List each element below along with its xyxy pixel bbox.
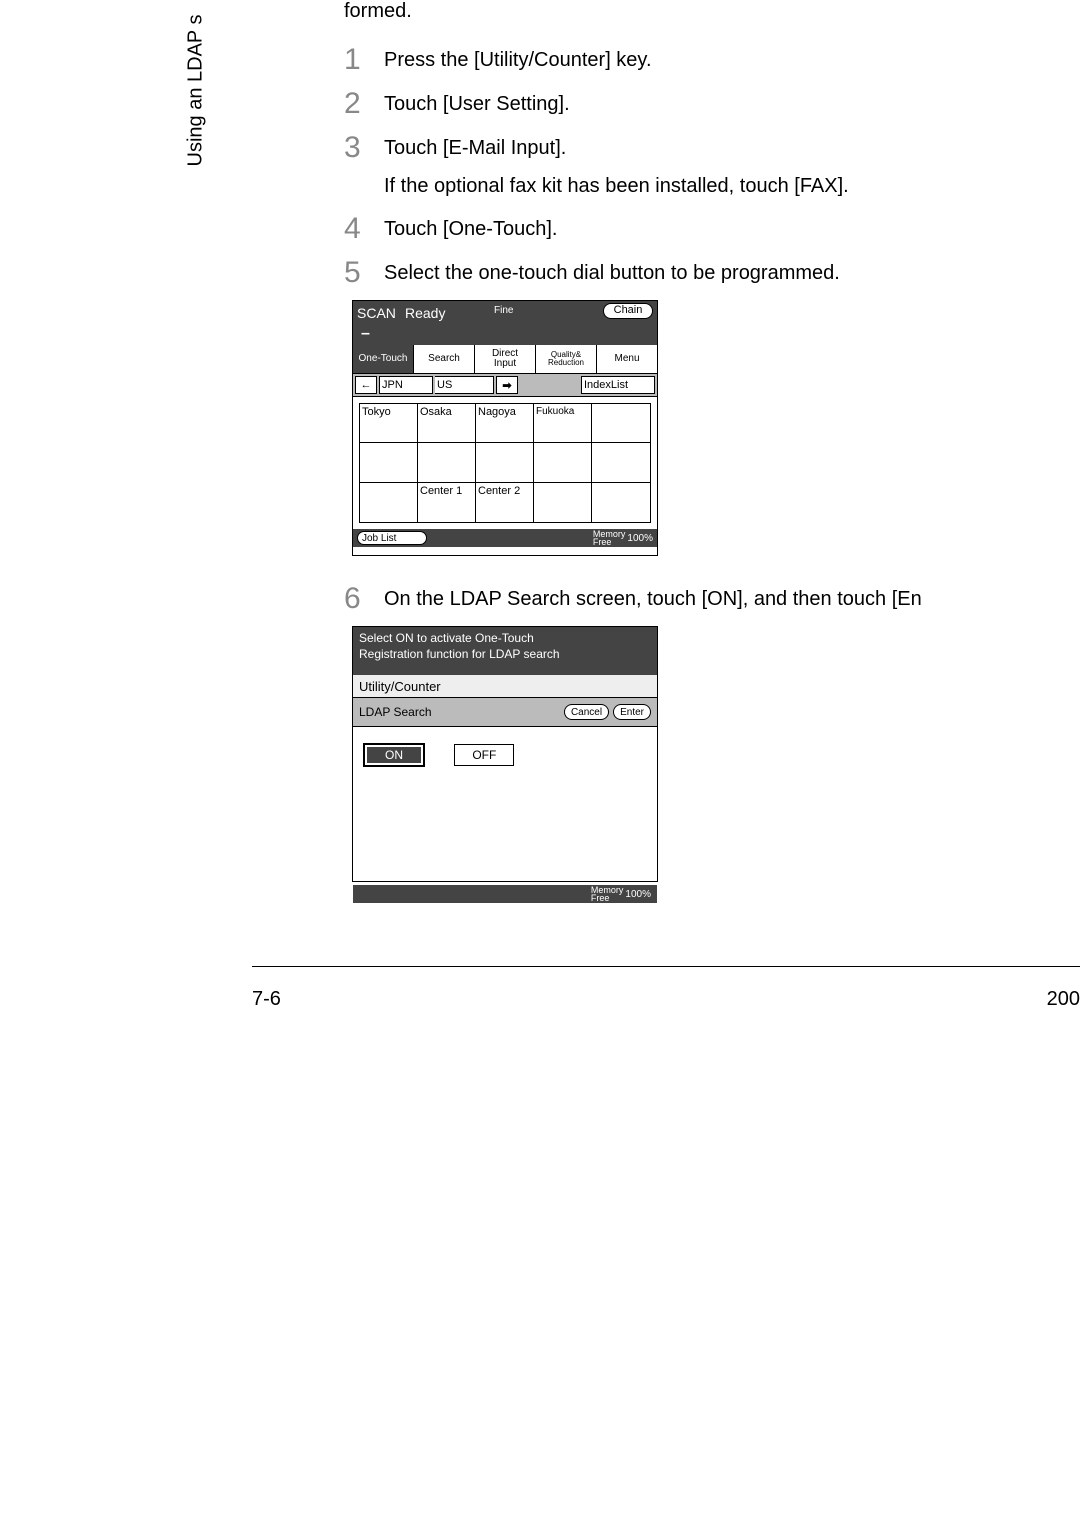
step-number: 5: [344, 256, 384, 290]
fine-label: Fine: [494, 305, 513, 316]
tab-quality-reduction[interactable]: Quality& Reduction: [536, 345, 597, 373]
step-4: 4 Touch [One-Touch].: [344, 212, 1080, 246]
index-list-button[interactable]: IndexList: [581, 376, 655, 394]
dialog-message-line2: Registration function for LDAP search: [359, 647, 651, 663]
one-touch-cell[interactable]: Center 2: [476, 483, 534, 522]
step-number: 1: [344, 43, 384, 77]
arrow-right-icon[interactable]: ➡: [496, 376, 518, 394]
page-number-left: 7-6: [252, 988, 281, 1011]
ready-label: Ready: [405, 305, 445, 321]
one-touch-cell[interactable]: [592, 443, 650, 482]
memory-free-value: 100%: [625, 889, 651, 900]
on-button[interactable]: ON: [363, 743, 425, 767]
page-number-right: 200: [1047, 988, 1080, 1011]
step-5: 5 Select the one-touch dial button to be…: [344, 256, 1080, 290]
intro-cutoff: formed.: [344, 0, 1080, 23]
one-touch-cell[interactable]: [360, 443, 418, 482]
step-number: 4: [344, 212, 384, 246]
one-touch-cell[interactable]: Nagoya: [476, 404, 534, 443]
arrow-left-icon[interactable]: ←: [355, 376, 377, 394]
cancel-button[interactable]: Cancel: [564, 704, 609, 720]
one-touch-cell[interactable]: Fukuoka: [534, 404, 592, 443]
chain-button[interactable]: Chain: [603, 303, 653, 319]
tab-direct-input[interactable]: Direct Input: [475, 345, 536, 373]
memory-free-value: 100%: [627, 533, 653, 544]
enter-button[interactable]: Enter: [613, 704, 651, 720]
job-list-button[interactable]: Job List: [357, 531, 427, 545]
off-button[interactable]: OFF: [454, 744, 514, 766]
side-heading: Using an LDAP s: [184, 0, 208, 180]
step-text: On the LDAP Search screen, touch [ON], a…: [384, 582, 922, 611]
tab-search[interactable]: Search: [414, 345, 475, 373]
step-3-sub: If the optional fax kit has been install…: [384, 175, 1080, 198]
one-touch-cell[interactable]: [360, 483, 418, 522]
screenshot-ldap-search: Select ON to activate One-Touch Registra…: [352, 626, 658, 882]
dialog-message-line1: Select ON to activate One-Touch: [359, 631, 651, 647]
step-text: Press the [Utility/Counter] key.: [384, 43, 652, 72]
one-touch-cell[interactable]: [534, 443, 592, 482]
step-text: Select the one-touch dial button to be p…: [384, 256, 840, 285]
step-number: 2: [344, 87, 384, 121]
memory-free-label: Memory Free: [593, 530, 626, 546]
footer-rule: [252, 966, 1080, 967]
step-1: 1 Press the [Utility/Counter] key.: [344, 43, 1080, 77]
utility-counter-label: Utility/Counter: [353, 675, 657, 698]
one-touch-cell[interactable]: Osaka: [418, 404, 476, 443]
step-6: 6 On the LDAP Search screen, touch [ON],…: [344, 582, 1080, 616]
one-touch-cell[interactable]: [476, 443, 534, 482]
step-text: Touch [E-Mail Input].: [384, 131, 566, 160]
step-number: 6: [344, 582, 384, 616]
dash-indicator: –: [361, 325, 370, 343]
step-text: Touch [One-Touch].: [384, 212, 557, 241]
memory-free-label: Memory Free: [591, 886, 624, 902]
step-number: 3: [344, 131, 384, 165]
one-touch-cell[interactable]: [534, 483, 592, 522]
one-touch-cell[interactable]: Center 1: [418, 483, 476, 522]
index-jpn-button[interactable]: JPN: [379, 376, 433, 394]
one-touch-cell[interactable]: [418, 443, 476, 482]
step-2: 2 Touch [User Setting].: [344, 87, 1080, 121]
one-touch-grid: Tokyo Osaka Nagoya Fukuoka Center 1 Cent…: [359, 403, 651, 523]
step-text: Touch [User Setting].: [384, 87, 570, 116]
scan-label: SCAN: [357, 305, 396, 321]
step-3: 3 Touch [E-Mail Input].: [344, 131, 1080, 165]
one-touch-cell[interactable]: Tokyo: [360, 404, 418, 443]
tab-menu[interactable]: Menu: [597, 345, 657, 373]
index-us-button[interactable]: US: [435, 376, 494, 394]
one-touch-cell[interactable]: [592, 483, 650, 522]
one-touch-cell[interactable]: [592, 404, 650, 443]
tab-one-touch[interactable]: One-Touch: [353, 345, 414, 373]
screenshot-one-touch: SCAN Ready Fine Chain – One-Touch Search…: [352, 300, 658, 556]
ldap-search-label: LDAP Search: [359, 705, 560, 719]
